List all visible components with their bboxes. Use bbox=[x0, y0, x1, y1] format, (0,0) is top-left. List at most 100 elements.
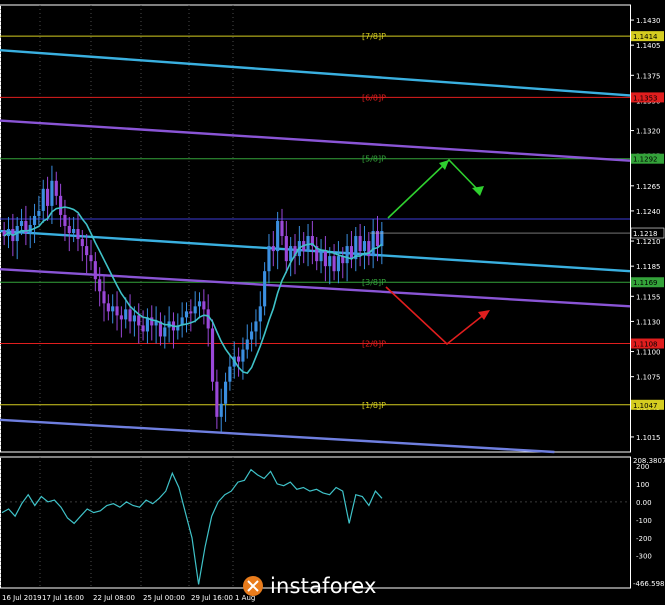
candle-body bbox=[250, 331, 254, 340]
instaforex-logo-mark-icon bbox=[242, 575, 264, 597]
candle-body bbox=[137, 315, 141, 326]
current-price-text: 1.1218 bbox=[633, 230, 658, 238]
indicator-axis-label: 100 bbox=[636, 481, 649, 489]
candle-body bbox=[80, 239, 84, 247]
instaforex-logo-text: instaforex bbox=[270, 574, 377, 598]
candle-body bbox=[237, 356, 241, 362]
candle-body bbox=[67, 225, 71, 234]
murrey-level-tag-text: 1.1108 bbox=[633, 341, 658, 349]
candle-body bbox=[280, 220, 284, 237]
candle-body bbox=[163, 327, 167, 337]
price-axis-label: 1.1320 bbox=[636, 128, 661, 136]
price-axis-label: 1.1100 bbox=[636, 349, 661, 357]
candle-body bbox=[276, 220, 280, 252]
candle-body bbox=[202, 301, 206, 310]
time-axis-label: 22 Jul 08:00 bbox=[93, 594, 135, 602]
indicator-plot-frame bbox=[0, 456, 631, 589]
time-axis-label: 16 Jul 2019 bbox=[2, 594, 42, 602]
candle-body bbox=[59, 195, 63, 215]
price-axis-label: 1.1130 bbox=[636, 318, 661, 326]
candle-body bbox=[189, 311, 193, 314]
candle-body bbox=[328, 256, 332, 267]
price-axis-label: 1.1430 bbox=[636, 17, 661, 25]
candle-body bbox=[319, 251, 323, 262]
candle-body bbox=[72, 229, 76, 234]
price-axis-label: 1.1210 bbox=[636, 238, 661, 246]
indicator-min-label: -466.5986 bbox=[633, 580, 665, 588]
candle-body bbox=[254, 321, 258, 332]
upper-channel-line bbox=[0, 49, 631, 97]
candle-body bbox=[32, 215, 37, 225]
candle-body bbox=[145, 317, 149, 332]
candle-body bbox=[332, 256, 336, 272]
instaforex-logo: instaforex bbox=[242, 572, 417, 600]
candle-body bbox=[284, 236, 288, 262]
murrey-level-label: [7/8]P bbox=[362, 32, 386, 41]
candle-body bbox=[132, 315, 136, 322]
candle-body bbox=[76, 229, 80, 240]
murrey-level-label: [3/8]P bbox=[362, 278, 386, 287]
murrey-level-tag-text: 1.1414 bbox=[633, 33, 658, 41]
candle-body bbox=[124, 309, 128, 320]
murrey-level-label: [1/8]P bbox=[362, 401, 386, 410]
chart-canvas: 16 Jul 2019 17 Jul 16:00 22 Jul 08:00 25 Ju… bbox=[0, 4, 665, 602]
candle-body bbox=[371, 231, 375, 257]
candle-body bbox=[89, 255, 93, 262]
candle-body bbox=[223, 381, 228, 404]
candle-body bbox=[210, 328, 215, 382]
candle-body bbox=[46, 188, 50, 206]
price-axis-label: 1.1185 bbox=[636, 263, 661, 271]
candle-body bbox=[102, 291, 106, 304]
candle-body bbox=[184, 311, 189, 318]
candle-body bbox=[128, 309, 132, 322]
candle-body bbox=[19, 220, 24, 226]
candle-body bbox=[258, 306, 262, 322]
candle-body bbox=[93, 261, 97, 280]
candle-body bbox=[115, 306, 119, 316]
price-axis-label: 1.1405 bbox=[636, 42, 661, 50]
murrey-level-label: [2/8]P bbox=[362, 340, 386, 349]
candle-body bbox=[271, 246, 275, 252]
indicator-value-label: 208.3807 bbox=[633, 457, 665, 465]
indicator-axis-label: -200 bbox=[636, 535, 652, 543]
candle-body bbox=[241, 349, 245, 362]
candle-body bbox=[263, 271, 267, 307]
candle-body bbox=[63, 214, 67, 226]
candle-body bbox=[267, 246, 271, 272]
candle-body bbox=[206, 309, 210, 329]
candle-body bbox=[50, 180, 54, 206]
upper-violet-line bbox=[0, 119, 631, 162]
time-axis-label: 17 Jul 16:00 bbox=[42, 594, 84, 602]
price-axis-label: 1.1075 bbox=[636, 374, 661, 382]
indicator-axis-label: 0.00 bbox=[636, 499, 652, 507]
candle-body bbox=[336, 256, 340, 272]
candle-body bbox=[111, 306, 115, 312]
indicator-axis-label: -100 bbox=[636, 517, 652, 525]
candle-body bbox=[228, 366, 232, 382]
candle-body bbox=[323, 251, 327, 267]
price-axis-label: 1.1240 bbox=[636, 208, 661, 216]
candle-body bbox=[119, 315, 123, 320]
price-axis-label: 1.1375 bbox=[636, 72, 661, 80]
forecast-up-arrow bbox=[387, 158, 481, 219]
price-axis-label: 1.1265 bbox=[636, 183, 661, 191]
indicator-axis-label: -300 bbox=[636, 553, 652, 561]
candle-body bbox=[358, 236, 362, 252]
candle-body bbox=[98, 279, 102, 292]
time-axis-label: 29 Jul 16:00 bbox=[191, 594, 233, 602]
candle-body bbox=[141, 325, 145, 332]
time-axis-label: 25 Jul 00:00 bbox=[143, 594, 185, 602]
murrey-level-tag-text: 1.1353 bbox=[633, 94, 658, 102]
murrey-level-tag-text: 1.1292 bbox=[633, 156, 658, 164]
candle-body bbox=[150, 317, 154, 326]
moving-average-line bbox=[3, 206, 383, 375]
candle-body bbox=[289, 246, 293, 262]
candle-body bbox=[197, 301, 202, 307]
candle-body bbox=[193, 306, 197, 314]
candle-body bbox=[37, 210, 41, 216]
lower-channel-line bbox=[0, 418, 555, 454]
candle-body bbox=[349, 246, 354, 260]
price-axis-label: 1.1015 bbox=[636, 434, 661, 442]
candle-body bbox=[362, 241, 367, 252]
candle-body bbox=[245, 339, 249, 350]
